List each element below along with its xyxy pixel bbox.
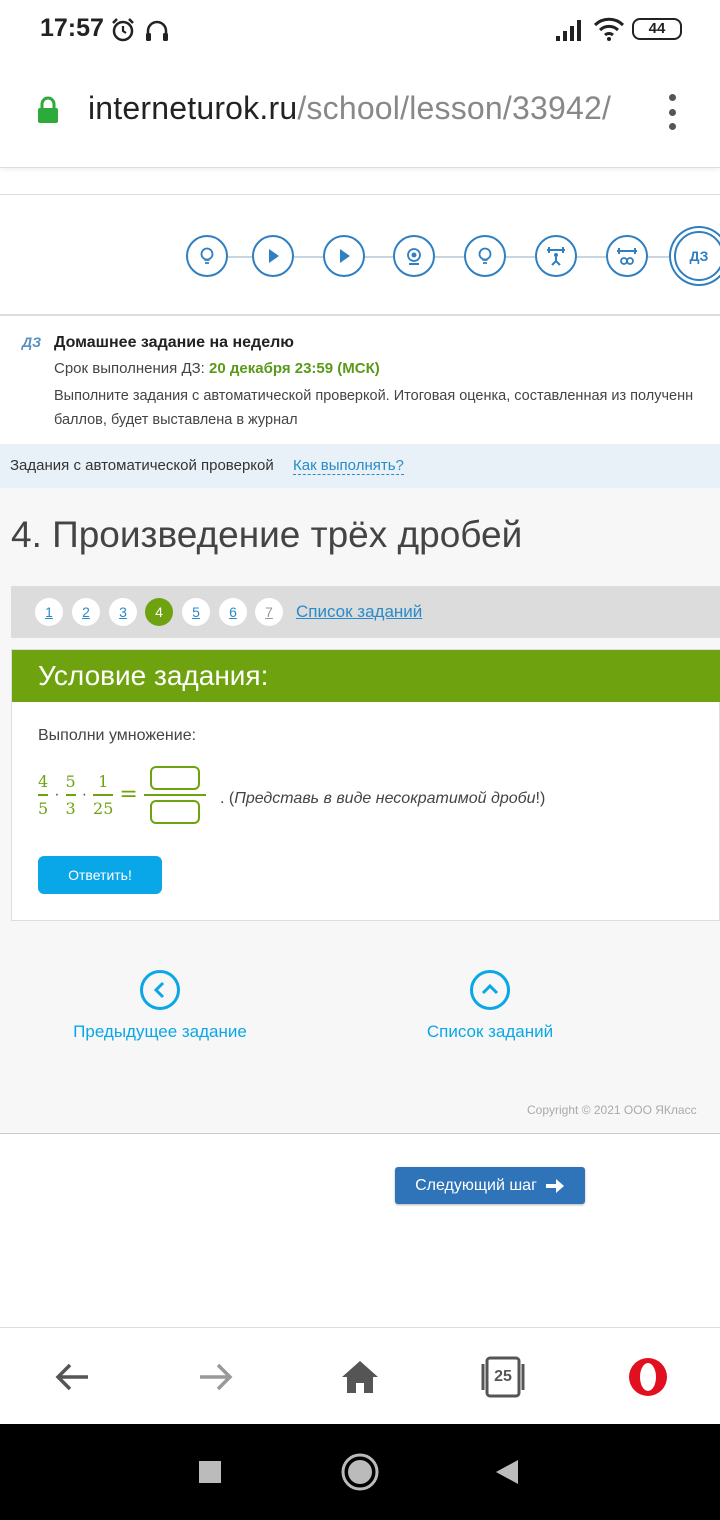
denominator-input[interactable] <box>149 799 200 824</box>
play-icon <box>269 249 279 263</box>
back-triangle-icon[interactable] <box>494 1458 520 1486</box>
url-domain: interneturok.ru <box>88 90 298 126</box>
lightbulb-icon <box>200 247 214 264</box>
description-line-2: баллов, будет выставлена в журнал <box>54 412 298 428</box>
copyright: Copyright © 2021 ООО ЯКласс <box>527 1103 697 1117</box>
url-text[interactable]: interneturok.ru/school/lesson/33942/ <box>88 90 611 127</box>
tabs-icon[interactable]: 25 <box>480 1354 526 1400</box>
how-to-link[interactable]: Как выполнять? <box>293 457 404 475</box>
prev-task-nav[interactable]: Предыдущее задание <box>60 970 260 1042</box>
forward-icon[interactable] <box>193 1354 239 1400</box>
task-list-label[interactable]: Список заданий <box>427 1022 553 1042</box>
math-expression: 45 · 53 · 1 25 = <box>38 766 206 824</box>
headphones-icon <box>146 20 168 41</box>
fraction-2-denominator: 3 <box>65 798 76 818</box>
instruction-text: Выполни умножение: <box>38 727 197 744</box>
homework-title: Домашнее задание на неделю <box>54 334 294 351</box>
prev-task-label[interactable]: Предыдущее задание <box>73 1022 247 1042</box>
step-video-2[interactable] <box>323 235 365 277</box>
condition-header: Условие задания: <box>12 650 720 702</box>
barbell-icon <box>617 248 637 265</box>
battery-indicator: 44 <box>632 18 682 40</box>
lesson-steps: ДЗ <box>0 194 720 316</box>
page-button-2[interactable]: 2 <box>72 598 100 626</box>
task-list-nav[interactable]: Список заданий <box>390 970 590 1042</box>
fraction-2-numerator: 5 <box>65 772 76 791</box>
answer-button[interactable]: Ответить! <box>38 856 162 894</box>
fraction-1-denominator: 5 <box>38 798 49 818</box>
status-time: 17:57 <box>40 14 104 42</box>
step-webinar[interactable] <box>393 235 435 277</box>
homework-deadline: Срок выполнения ДЗ: 20 декабря 23:59 (МС… <box>54 360 380 377</box>
homework-badge: ДЗ <box>22 334 42 350</box>
auto-check-label: Задания с автоматической проверкой <box>10 457 274 474</box>
weightlifter-icon <box>547 247 565 266</box>
wifi-icon <box>593 17 625 41</box>
system-nav-bar <box>0 1424 720 1520</box>
page-button-6[interactable]: 6 <box>219 598 247 626</box>
page-button-7[interactable]: 7 <box>255 598 283 626</box>
alarm-icon <box>112 18 134 42</box>
next-step-label: Следующий шаг <box>415 1176 537 1194</box>
page-button-3[interactable]: 3 <box>109 598 137 626</box>
step-homework[interactable]: ДЗ <box>674 231 720 281</box>
multiply-dot: · <box>54 785 60 803</box>
play-icon <box>340 249 350 263</box>
description-line-1: Выполните задания с автоматической прове… <box>54 388 694 404</box>
step-video-1[interactable] <box>252 235 294 277</box>
browser-bottom-bar: 25 <box>0 1327 720 1424</box>
home-circle-icon[interactable] <box>340 1452 380 1492</box>
step-lightbulb-2[interactable] <box>464 235 506 277</box>
hint-text: Представь в виде несократимой дроби <box>234 790 536 807</box>
tabs-count: 25 <box>494 1368 512 1385</box>
chevron-left-icon[interactable] <box>140 970 180 1010</box>
home-icon[interactable] <box>337 1354 383 1400</box>
homework-info: ДЗ Домашнее задание на неделю Срок выпол… <box>0 318 720 444</box>
opera-menu-icon[interactable] <box>625 1354 671 1400</box>
chevron-up-icon[interactable] <box>470 970 510 1010</box>
page-button-1[interactable]: 1 <box>35 598 63 626</box>
condition-title: Условие задания: <box>38 660 269 691</box>
page-button-5[interactable]: 5 <box>182 598 210 626</box>
homework-description: Выполните задания с автоматической прове… <box>54 384 720 432</box>
task-pager: 1 2 3 4 5 6 7 Список заданий <box>11 586 720 638</box>
back-icon[interactable] <box>49 1354 95 1400</box>
url-path: /school/lesson/33942/ <box>297 90 612 126</box>
browser-url-bar[interactable]: interneturok.ru/school/lesson/33942/ <box>0 60 720 168</box>
fraction-2: 53 <box>65 772 76 818</box>
fraction-1-numerator: 4 <box>38 772 49 791</box>
step-training[interactable] <box>535 235 577 277</box>
lock-icon <box>38 96 58 123</box>
multiply-dot: · <box>81 785 88 803</box>
task-list-link[interactable]: Список заданий <box>296 602 422 622</box>
hint-prefix: . ( <box>220 790 235 807</box>
step-practice[interactable] <box>606 235 648 277</box>
deadline-label: Срок выполнения ДЗ: <box>54 360 210 377</box>
next-step-button[interactable]: Следующий шаг <box>395 1167 585 1204</box>
hint-suffix: !) <box>535 790 546 807</box>
task-area: 4. Произведение трёх дробей 1 2 3 4 5 6 … <box>0 488 720 1134</box>
recent-apps-icon[interactable] <box>198 1460 222 1484</box>
fraction-1: 45 <box>38 772 49 818</box>
task-condition: Условие задания: Выполни умножение: 45 ·… <box>11 649 720 921</box>
lightbulb-icon <box>478 247 492 264</box>
status-bar: 17:57 44 <box>0 0 720 60</box>
page-button-4[interactable]: 4 <box>145 598 173 626</box>
numerator-input[interactable] <box>149 766 200 790</box>
equals-sign: = <box>119 782 138 808</box>
answer-hint: . (Представь в виде несократимой дроби!) <box>220 790 545 808</box>
task-title: 4. Произведение трёх дробей <box>11 514 523 555</box>
webcam-icon <box>407 248 421 265</box>
fraction-3-denominator: 25 <box>93 798 114 818</box>
fraction-3: 1 25 <box>93 772 114 818</box>
step-lightbulb-1[interactable] <box>186 235 228 277</box>
fraction-3-numerator: 1 <box>98 772 109 791</box>
auto-check-bar: Задания с автоматической проверкой Как в… <box>0 444 720 488</box>
arrow-right-icon <box>545 1178 564 1193</box>
answer-fraction <box>143 766 206 824</box>
deadline-value: 20 декабря 23:59 (МСК) <box>209 360 380 377</box>
signal-icon <box>556 20 581 41</box>
browser-menu-icon[interactable] <box>664 94 680 130</box>
